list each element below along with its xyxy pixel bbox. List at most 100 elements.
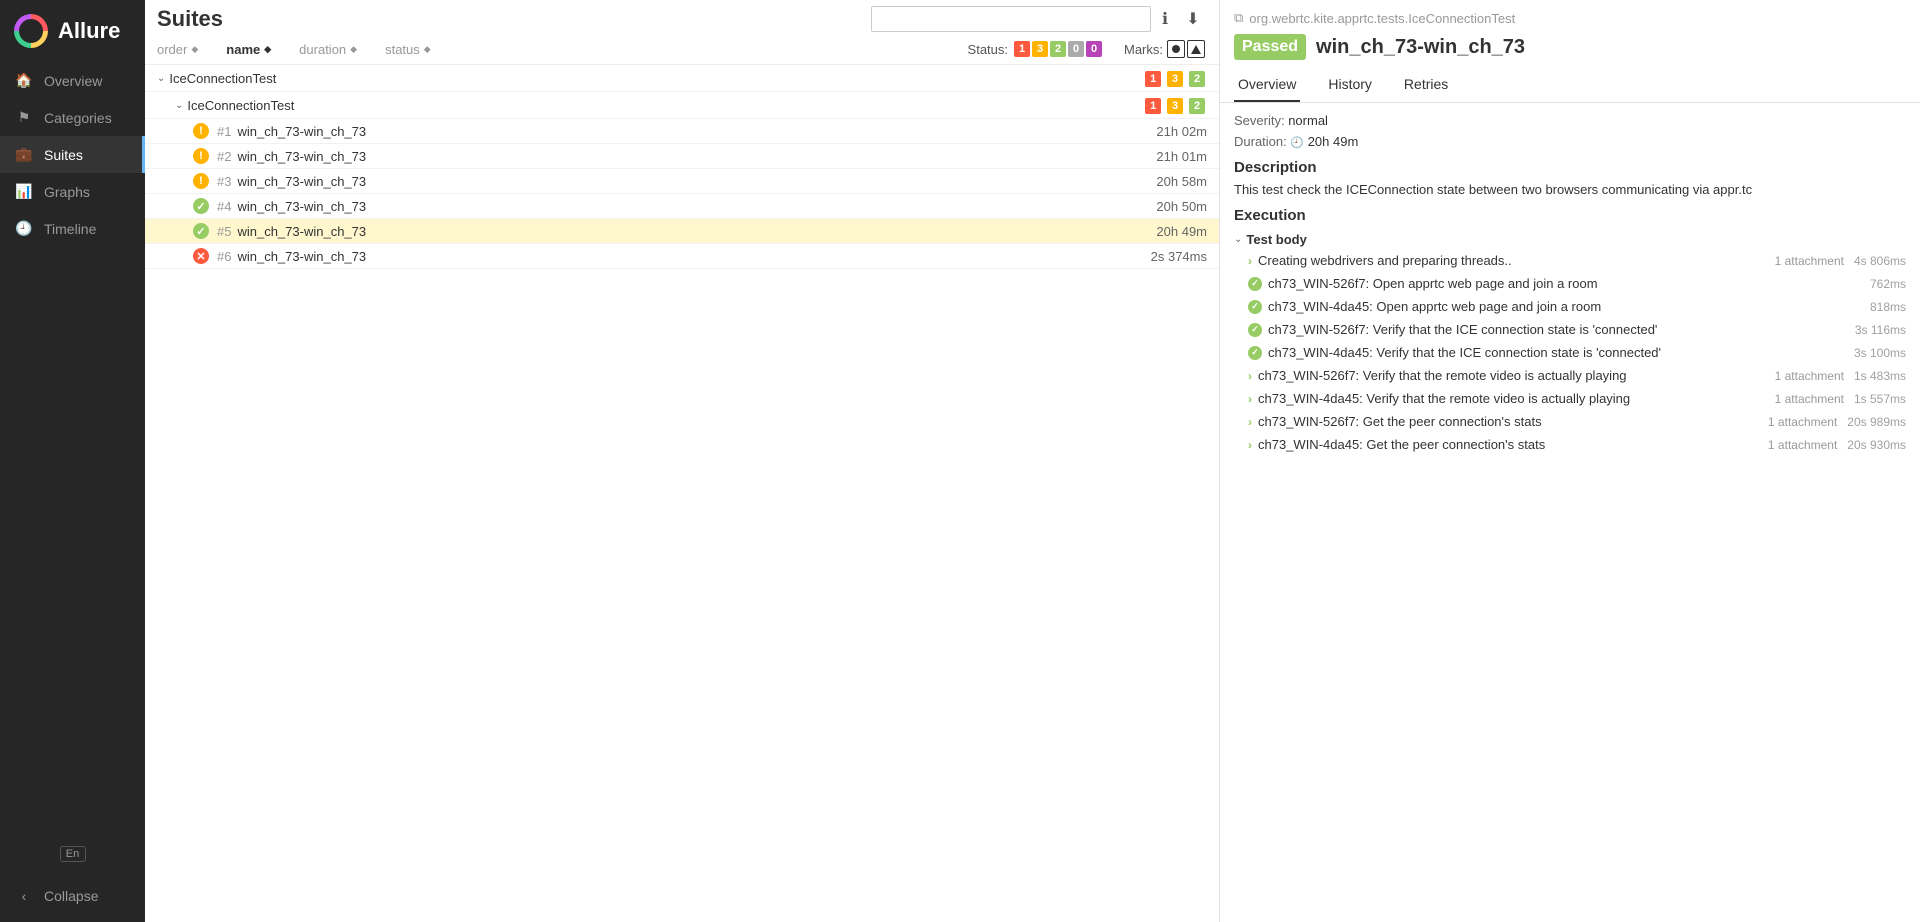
tab-retries[interactable]: Retries bbox=[1400, 68, 1452, 102]
sidebar-item-graphs[interactable]: 📊 Graphs bbox=[0, 173, 145, 210]
sidebar-item-timeline[interactable]: 🕘 Timeline bbox=[0, 210, 145, 247]
test-row[interactable]: ! #1 win_ch_73-win_ch_73 21h 02m bbox=[145, 119, 1219, 144]
status-passed-icon: ✓ bbox=[193, 198, 209, 214]
description-heading: Description bbox=[1234, 159, 1906, 176]
status-passed-icon: ✓ bbox=[193, 223, 209, 239]
sort-label: order bbox=[157, 42, 187, 57]
pill-failed: 1 bbox=[1145, 98, 1161, 114]
test-body-label: Test body bbox=[1246, 232, 1306, 247]
sort-status[interactable]: status◆ bbox=[385, 42, 431, 57]
row-duration: 21h 01m bbox=[1156, 149, 1207, 164]
tree-group[interactable]: ⌄ IceConnectionTest 1 3 2 bbox=[145, 65, 1219, 92]
logo[interactable]: Allure bbox=[0, 0, 145, 62]
test-row[interactable]: ✓ #4 win_ch_73-win_ch_73 20h 50m bbox=[145, 194, 1219, 219]
clock-icon: 🕘 bbox=[1290, 137, 1304, 149]
step-row[interactable]: ✓ch73_WIN-526f7: Open apprtc web page an… bbox=[1234, 272, 1906, 295]
attachment-count: 1 attachment bbox=[1768, 415, 1837, 429]
info-icon[interactable]: ℹ bbox=[1151, 9, 1179, 29]
severity-line: Severity: normal bbox=[1234, 113, 1906, 128]
row-number: #6 bbox=[217, 249, 231, 264]
status-broken-icon: ! bbox=[193, 173, 209, 189]
sort-icon: ◆ bbox=[191, 45, 198, 54]
step-row[interactable]: ✓ch73_WIN-4da45: Open apprtc web page an… bbox=[1234, 295, 1906, 318]
status-label: Status: bbox=[968, 42, 1008, 57]
status-broken-count[interactable]: 3 bbox=[1032, 41, 1048, 57]
row-number: #2 bbox=[217, 149, 231, 164]
logo-icon bbox=[14, 14, 48, 48]
status-passed-count[interactable]: 2 bbox=[1050, 41, 1066, 57]
sort-label: duration bbox=[299, 42, 346, 57]
step-text: ch73_WIN-526f7: Verify that the ICE conn… bbox=[1268, 322, 1845, 337]
status-broken-icon: ! bbox=[193, 148, 209, 164]
sort-icon: ◆ bbox=[350, 45, 357, 54]
status-unknown-count[interactable]: 0 bbox=[1086, 41, 1102, 57]
step-row[interactable]: ✓ch73_WIN-4da45: Verify that the ICE con… bbox=[1234, 341, 1906, 364]
step-row[interactable]: › ch73_WIN-526f7: Verify that the remote … bbox=[1234, 364, 1906, 387]
tab-history[interactable]: History bbox=[1324, 68, 1376, 102]
breadcrumb-text: org.webrtc.kite.apprtc.tests.IceConnecti… bbox=[1249, 11, 1515, 26]
step-duration: 20s 989ms bbox=[1847, 415, 1906, 429]
row-duration: 20h 58m bbox=[1156, 174, 1207, 189]
attachment-count: 1 attachment bbox=[1775, 369, 1844, 383]
download-icon[interactable]: ⬇ bbox=[1179, 9, 1207, 29]
collapse-button[interactable]: ‹ Collapse bbox=[0, 882, 145, 910]
step-duration: 762ms bbox=[1870, 277, 1906, 291]
test-body-toggle[interactable]: ⌄ Test body bbox=[1234, 230, 1906, 249]
step-row[interactable]: ›ch73_WIN-526f7: Get the peer connection… bbox=[1234, 410, 1906, 433]
step-text: ch73_WIN-526f7: Verify that the remote v… bbox=[1258, 368, 1769, 383]
search-input[interactable] bbox=[871, 6, 1151, 32]
step-text: ch73_WIN-4da45: Verify that the ICE conn… bbox=[1268, 345, 1844, 360]
chevron-down-icon: ⌄ bbox=[1234, 234, 1242, 245]
row-duration: 21h 02m bbox=[1156, 124, 1207, 139]
step-row[interactable]: ✓ch73_WIN-526f7: Verify that the ICE con… bbox=[1234, 318, 1906, 341]
main-header: Suites ℹ ⬇ bbox=[145, 0, 1219, 36]
row-number: #3 bbox=[217, 174, 231, 189]
sort-icon: ◆ bbox=[264, 45, 271, 54]
test-row[interactable]: ! #2 win_ch_73-win_ch_73 21h 01m bbox=[145, 144, 1219, 169]
sidebar-item-overview[interactable]: 🏠 Overview bbox=[0, 62, 145, 99]
language-badge[interactable]: En bbox=[60, 846, 86, 862]
chevron-right-icon: › bbox=[1248, 369, 1252, 383]
sidebar-item-label: Suites bbox=[44, 147, 83, 163]
status-failed-count[interactable]: 1 bbox=[1014, 41, 1030, 57]
sort-order[interactable]: order ◆ bbox=[157, 42, 198, 57]
sort-name[interactable]: name ◆ bbox=[226, 42, 271, 57]
tab-overview[interactable]: Overview bbox=[1234, 68, 1300, 102]
pill-passed: 2 bbox=[1189, 71, 1205, 87]
detail-title-row: Passed win_ch_73-win_ch_73 bbox=[1220, 30, 1920, 68]
step-row[interactable]: ›ch73_WIN-4da45: Get the peer connection… bbox=[1234, 433, 1906, 456]
test-row[interactable]: ! #3 win_ch_73-win_ch_73 20h 58m bbox=[145, 169, 1219, 194]
breadcrumb[interactable]: ⧉ org.webrtc.kite.apprtc.tests.IceConnec… bbox=[1220, 0, 1920, 30]
sort-duration[interactable]: duration ◆ bbox=[299, 42, 357, 57]
step-row[interactable]: ›Creating webdrivers and preparing threa… bbox=[1234, 249, 1906, 272]
row-name: win_ch_73-win_ch_73 bbox=[237, 224, 1156, 239]
row-duration: 20h 50m bbox=[1156, 199, 1207, 214]
step-row[interactable]: ›ch73_WIN-4da45: Verify that the remote … bbox=[1234, 387, 1906, 410]
status-broken-icon: ! bbox=[193, 123, 209, 139]
sidebar-item-label: Graphs bbox=[44, 184, 90, 200]
sidebar-item-label: Overview bbox=[44, 73, 102, 89]
step-text: ch73_WIN-526f7: Open apprtc web page and… bbox=[1268, 276, 1860, 291]
status-skipped-count[interactable]: 0 bbox=[1068, 41, 1084, 57]
step-duration: 818ms bbox=[1870, 300, 1906, 314]
test-row[interactable]: ✓ #5 win_ch_73-win_ch_73 20h 49m bbox=[145, 219, 1219, 244]
detail-panel: ⧉ org.webrtc.kite.apprtc.tests.IceConnec… bbox=[1220, 0, 1920, 922]
mark-new[interactable] bbox=[1187, 40, 1205, 58]
tree-group[interactable]: ⌄ IceConnectionTest 1 3 2 bbox=[145, 92, 1219, 119]
mark-flaky[interactable] bbox=[1167, 40, 1185, 58]
sidebar-item-categories[interactable]: ⚑ Categories bbox=[0, 99, 145, 136]
chevron-right-icon: › bbox=[1248, 254, 1252, 268]
step-duration: 4s 806ms bbox=[1854, 254, 1906, 268]
row-duration: 2s 374ms bbox=[1151, 249, 1207, 264]
sort-label: name bbox=[226, 42, 260, 57]
step-duration: 1s 483ms bbox=[1854, 369, 1906, 383]
sidebar-item-suites[interactable]: 💼 Suites bbox=[0, 136, 145, 173]
sidebar-item-label: Timeline bbox=[44, 221, 96, 237]
main-panel: Suites ℹ ⬇ order ◆ name ◆ duration ◆ status… bbox=[145, 0, 1220, 922]
test-row[interactable]: ✕ #6 win_ch_73-win_ch_73 2s 374ms bbox=[145, 244, 1219, 269]
step-text: ch73_WIN-4da45: Verify that the remote v… bbox=[1258, 391, 1769, 406]
step-duration: 1s 557ms bbox=[1854, 392, 1906, 406]
group-pills: 1 3 2 bbox=[1145, 96, 1207, 114]
step-text: ch73_WIN-526f7: Get the peer connection'… bbox=[1258, 414, 1762, 429]
home-icon: 🏠 bbox=[14, 72, 34, 89]
